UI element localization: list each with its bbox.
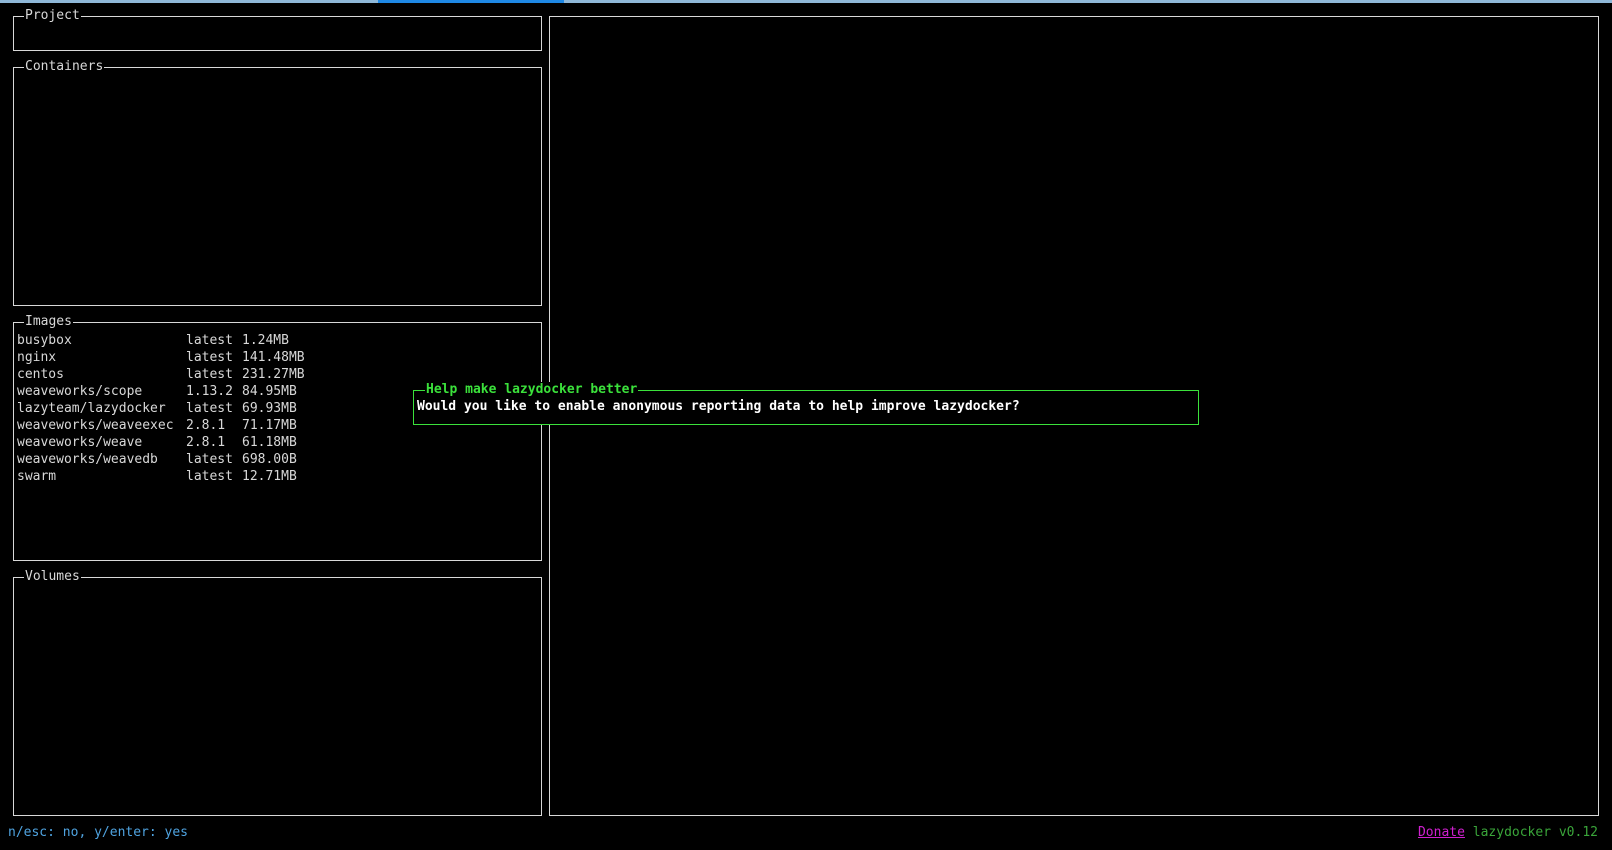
reporting-confirm-dialog[interactable]: Help make lazydocker better Would you li… xyxy=(413,382,1199,425)
image-name: weaveworks/weaveexec xyxy=(17,418,174,433)
keybinding-hints: n/esc: no, y/enter: yes xyxy=(8,825,189,840)
image-name: centos xyxy=(17,367,64,382)
image-size: 69.93MB xyxy=(242,401,297,416)
image-size: 141.48MB xyxy=(242,350,305,365)
image-size: 84.95MB xyxy=(242,384,297,399)
image-row[interactable]: swarm latest 12.71MB xyxy=(17,468,305,485)
image-tag: latest xyxy=(186,401,233,416)
images-panel[interactable]: Images busybox latest 1.24MB nginx latest 14… xyxy=(13,314,542,561)
image-row[interactable]: weaveworks/weave 2.8.1 61.18MB xyxy=(17,434,305,451)
dialog-message: Would you like to enable anonymous repor… xyxy=(417,399,1020,414)
donate-link[interactable]: Donate xyxy=(1418,825,1465,840)
image-row[interactable]: centos latest 231.27MB xyxy=(17,366,305,383)
image-tag: 2.8.1 xyxy=(186,435,226,450)
active-tab-indicator xyxy=(378,0,564,3)
image-row[interactable]: lazyteam/lazydocker latest 69.93MB xyxy=(17,400,305,417)
volumes-panel-title: Volumes xyxy=(24,569,81,585)
image-size: 12.71MB xyxy=(242,469,297,484)
image-tag: latest xyxy=(186,350,233,365)
project-panel-title: Project xyxy=(24,8,81,24)
image-row[interactable]: weaveworks/scope 1.13.2 84.95MB xyxy=(17,383,305,400)
image-name: weaveworks/scope xyxy=(17,384,143,399)
image-tag: latest xyxy=(186,469,233,484)
image-name: busybox xyxy=(17,333,72,348)
containers-panel[interactable]: Containers xyxy=(13,59,542,306)
image-size: 71.17MB xyxy=(242,418,297,433)
version-label: lazydocker v0.12 xyxy=(1472,825,1598,840)
image-name: swarm xyxy=(17,469,57,484)
image-tag: 2.8.1 xyxy=(186,418,226,433)
status-bar-right: Donate lazydocker v0.12 xyxy=(1418,824,1598,842)
images-list: busybox latest 1.24MB nginx latest 141.48MB … xyxy=(17,332,305,485)
image-name: weaveworks/weavedb xyxy=(17,452,158,467)
window-top-border xyxy=(0,0,1612,3)
volumes-panel[interactable]: Volumes xyxy=(13,569,542,816)
image-size: 1.24MB xyxy=(242,333,289,348)
image-row[interactable]: weaveworks/weavedb latest 698.00B xyxy=(17,451,305,468)
images-panel-title: Images xyxy=(24,314,73,330)
image-size: 61.18MB xyxy=(242,435,297,450)
image-row[interactable]: busybox latest 1.24MB xyxy=(17,332,305,349)
image-tag: latest xyxy=(186,333,233,348)
image-tag: latest xyxy=(186,452,233,467)
image-name: lazyteam/lazydocker xyxy=(17,401,166,416)
containers-panel-title: Containers xyxy=(24,59,105,75)
dialog-title: Help make lazydocker better xyxy=(425,382,639,398)
image-row[interactable]: weaveworks/weaveexec 2.8.1 71.17MB xyxy=(17,417,305,434)
image-size: 231.27MB xyxy=(242,367,305,382)
image-size: 698.00B xyxy=(242,452,297,467)
project-panel[interactable]: Project xyxy=(13,8,542,51)
image-name: weaveworks/weave xyxy=(17,435,143,450)
image-tag: latest xyxy=(186,367,233,382)
image-name: nginx xyxy=(17,350,57,365)
status-bar: n/esc: no, y/enter: yes Donate lazydocke… xyxy=(0,824,1612,842)
image-tag: 1.13.2 xyxy=(186,384,233,399)
image-row[interactable]: nginx latest 141.48MB xyxy=(17,349,305,366)
